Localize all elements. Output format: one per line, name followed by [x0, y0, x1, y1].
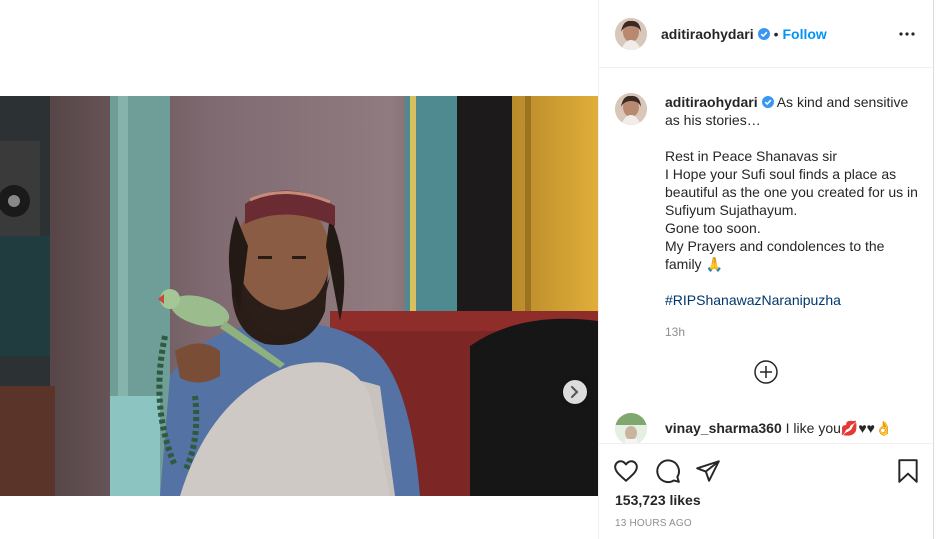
comment-item: vinay_sharma360 I like you💋♥♥👌 [615, 413, 892, 443]
post-photo[interactable] [0, 96, 598, 496]
post-side-panel: aditiraohydari • Follow aditiraohydari A… [598, 0, 935, 539]
follow-button[interactable]: Follow [783, 26, 827, 42]
comment-body: I like you💋♥♥👌 [785, 420, 893, 436]
post-timestamp[interactable]: 13 HOURS AGO [615, 518, 692, 529]
caption-line: Rest in Peace Shanavas sir [665, 148, 837, 164]
caption-author-avatar[interactable] [615, 93, 647, 125]
hashtag-link[interactable]: #RIPShanawazNaranipuzha [665, 292, 841, 308]
plus-circle-icon [754, 360, 778, 384]
verified-badge-icon [761, 96, 774, 108]
photo-image [0, 96, 598, 496]
post-actions: 153,723 likes 13 HOURS AGO [599, 443, 935, 539]
author-username[interactable]: aditiraohydari [661, 26, 754, 42]
post-caption: aditiraohydari As kind and sensitive as … [615, 93, 920, 341]
likes-count[interactable]: 153,723 likes [615, 492, 701, 508]
save-button[interactable] [895, 458, 921, 484]
commenter-avatar-image [615, 413, 647, 443]
like-button[interactable] [613, 458, 639, 484]
caption-author-avatar-image [615, 93, 647, 125]
author-avatar-image [615, 17, 647, 50]
caption-line: My Prayers and condolences to the family… [665, 238, 885, 272]
commenter-avatar[interactable] [615, 413, 647, 443]
heart-icon [614, 460, 638, 482]
next-image-button[interactable] [563, 380, 587, 404]
more-options-button[interactable] [895, 22, 919, 46]
commenter-username[interactable]: vinay_sharma360 [665, 420, 782, 436]
chevron-right-icon [571, 386, 579, 398]
media-pane [0, 0, 598, 539]
caption-age[interactable]: 13h [665, 323, 920, 341]
caption-line: I Hope your Sufi soul finds a place as b… [665, 166, 918, 218]
comment-button[interactable] [655, 458, 681, 484]
paper-plane-icon [696, 460, 720, 482]
comments-section[interactable]: aditiraohydari As kind and sensitive as … [599, 69, 935, 443]
comment-bubble-icon [656, 459, 680, 484]
caption-username[interactable]: aditiraohydari [665, 94, 758, 110]
caption-first-line: aditiraohydari As kind and sensitive as … [665, 93, 920, 129]
author-avatar[interactable] [615, 17, 647, 50]
share-button[interactable] [695, 458, 721, 484]
post-header: aditiraohydari • Follow [599, 0, 935, 68]
verified-badge-icon [757, 27, 770, 40]
caption-body: aditiraohydari As kind and sensitive as … [665, 93, 920, 341]
bookmark-icon [898, 459, 918, 483]
load-more-comments-button[interactable] [753, 359, 779, 385]
separator-dot: • [773, 25, 779, 42]
caption-line: Gone too soon. [665, 220, 761, 236]
more-options-icon [899, 32, 915, 36]
comment-text: vinay_sharma360 I like you💋♥♥👌 [665, 419, 892, 437]
